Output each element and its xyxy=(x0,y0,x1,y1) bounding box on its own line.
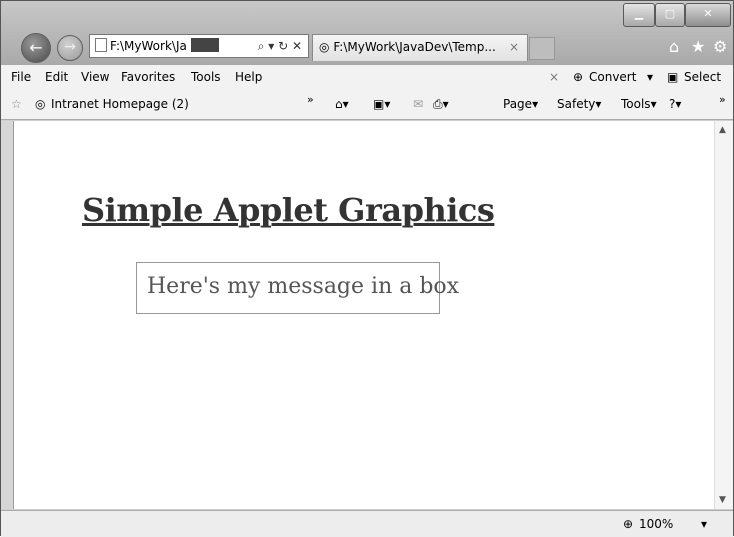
safety-menu[interactable]: Safety▾ xyxy=(557,97,601,111)
address-progress-icon xyxy=(190,38,219,52)
vertical-scrollbar[interactable]: ▲ ▼ xyxy=(714,121,733,509)
menu-help[interactable]: Help xyxy=(235,70,262,84)
message-box: Here's my message in a box xyxy=(136,262,459,314)
zoom-icon: ⊕ xyxy=(623,517,634,531)
convert-icon: ⊕ xyxy=(573,70,584,84)
favorites-bar: ☆ ◎ Intranet Homepage (2) » ⌂▾ ▣▾ ✉ ⎙▾ P… xyxy=(1,91,733,120)
menu-view[interactable]: View xyxy=(81,70,109,84)
browser-window: ▁ ▢ ✕ ← → F:\MyWork\Ja ⌕ ▾ ↻ ✕ ◎ F:\MyWo… xyxy=(0,0,734,537)
close-window-button[interactable]: ✕ xyxy=(685,3,731,27)
favorites-star-icon[interactable]: ★ xyxy=(691,37,705,56)
scroll-up-arrow-icon[interactable]: ▲ xyxy=(719,125,726,135)
mail-icon[interactable]: ✉ xyxy=(413,97,423,111)
minimize-button[interactable]: ▁ xyxy=(623,3,655,27)
new-tab-button[interactable] xyxy=(529,37,555,60)
select-button[interactable]: Select xyxy=(684,70,721,84)
address-bar[interactable]: F:\MyWork\Ja ⌕ ▾ ↻ ✕ xyxy=(89,34,309,58)
menu-file[interactable]: File xyxy=(11,70,31,84)
tools-menu[interactable]: Tools▾ xyxy=(621,97,657,111)
scroll-down-arrow-icon[interactable]: ▼ xyxy=(719,495,726,505)
feeds-icon[interactable]: ▣▾ xyxy=(373,97,390,111)
close-toolbar-button[interactable]: × xyxy=(549,70,559,84)
convert-dropdown-icon[interactable]: ▾ xyxy=(647,70,653,84)
message-text: Here's my message in a box xyxy=(147,274,460,299)
left-frame-edge xyxy=(1,121,13,509)
tab-title: F:\MyWork\JavaDev\Temp... xyxy=(333,40,496,54)
favorites-icon[interactable]: ☆ xyxy=(11,97,22,111)
menu-favorites[interactable]: Favorites xyxy=(121,70,175,84)
status-bar: ⊕ 100% ▾ xyxy=(1,510,733,537)
ie-icon: ◎ xyxy=(319,40,330,54)
menu-bar: File Edit View Favorites Tools Help × ⊕ … xyxy=(1,65,733,91)
back-button[interactable]: ← xyxy=(21,33,51,63)
home-icon[interactable]: ⌂ xyxy=(669,37,679,56)
address-text: F:\MyWork\Ja xyxy=(110,39,187,53)
zoom-level[interactable]: 100% xyxy=(639,517,673,531)
page-icon xyxy=(95,38,107,52)
forward-button[interactable]: → xyxy=(57,35,83,61)
print-icon[interactable]: ⎙▾ xyxy=(433,97,449,112)
tab-active[interactable]: ◎ F:\MyWork\JavaDev\Temp... × xyxy=(312,34,528,61)
zoom-dropdown-icon[interactable]: ▾ xyxy=(701,517,707,531)
menu-edit[interactable]: Edit xyxy=(45,70,68,84)
convert-button[interactable]: Convert xyxy=(589,70,636,84)
search-refresh-stop-icons[interactable]: ⌕ ▾ ↻ ✕ xyxy=(258,35,302,57)
ie-icon: ◎ xyxy=(35,97,46,111)
maximize-button[interactable]: ▢ xyxy=(655,3,685,27)
help-icon[interactable]: ?▾ xyxy=(669,97,681,111)
toolbar-overflow-chevron[interactable]: » xyxy=(719,93,726,106)
select-icon: ▣ xyxy=(667,70,679,84)
tab-close-button[interactable]: × xyxy=(509,35,519,60)
home-icon[interactable]: ⌂▾ xyxy=(335,97,349,111)
page-menu[interactable]: Page▾ xyxy=(503,97,538,111)
page-content: Simple Applet Graphics Here's my message… xyxy=(13,121,714,509)
forward-arrow-icon: → xyxy=(64,39,76,55)
title-bar: ▁ ▢ ✕ ← → F:\MyWork\Ja ⌕ ▾ ↻ ✕ ◎ F:\MyWo… xyxy=(1,1,733,65)
gear-icon[interactable]: ⚙ xyxy=(713,37,727,56)
back-arrow-icon: ← xyxy=(29,38,43,57)
favorites-overflow-chevron[interactable]: » xyxy=(307,93,314,106)
favorite-link-intranet[interactable]: Intranet Homepage (2) xyxy=(51,97,189,111)
page-heading: Simple Applet Graphics xyxy=(82,191,495,229)
menu-tools[interactable]: Tools xyxy=(191,70,221,84)
